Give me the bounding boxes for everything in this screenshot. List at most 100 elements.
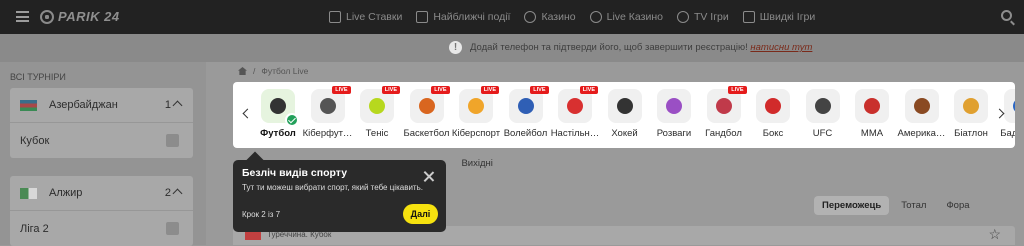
live-bets-icon: [329, 11, 341, 23]
next-button[interactable]: Далі: [403, 204, 438, 224]
sport-item[interactable]: Бокс: [748, 82, 798, 148]
sidebar-title: ВСІ ТУРНІРИ: [10, 72, 66, 82]
tab-handicap[interactable]: Фора: [938, 196, 977, 215]
sport-tile: LIVE: [558, 86, 598, 123]
sport-icon: [369, 98, 385, 114]
tournament-count: 1: [164, 99, 171, 111]
home-icon[interactable]: [238, 67, 247, 75]
sport-icon: [666, 98, 682, 114]
registration-link[interactable]: натисни тут: [750, 42, 812, 53]
nav-casino[interactable]: Казино: [524, 11, 576, 23]
sport-item[interactable]: LIVE Кіберфут…: [303, 82, 353, 148]
tooltip-body: Тут ти можеш вибрати спорт, який тебе ці…: [242, 183, 423, 192]
live-badge: LIVE: [381, 86, 400, 94]
tab-total[interactable]: Тотал: [893, 196, 934, 215]
tournament-group: Алжир 2 Ліга 2: [10, 176, 193, 246]
sport-icon: [864, 98, 880, 114]
sport-icon: [765, 98, 781, 114]
nav-live-bets[interactable]: Live Ставки: [329, 11, 402, 23]
logo-text: PARIK 24: [58, 9, 120, 24]
sport-icon: [616, 98, 633, 114]
sport-icon: [913, 98, 930, 114]
nav-tv-games[interactable]: TV Ігри: [676, 11, 729, 23]
sport-tile: LIVE: [706, 86, 747, 123]
nav-upcoming[interactable]: Найближчі події: [416, 11, 510, 23]
league-row[interactable]: Кубок: [10, 123, 193, 158]
star-icon[interactable]: ☆: [988, 227, 1001, 241]
country-row-azerbaijan[interactable]: Азербайджан 1: [10, 88, 193, 123]
sport-tile: [805, 89, 840, 123]
sport-label: Бадмінто: [1000, 128, 1015, 139]
sport-icon: [1012, 98, 1015, 114]
nav-fast-games[interactable]: Швидкі Ігри: [742, 11, 815, 23]
chevron-up-icon[interactable]: [172, 188, 183, 199]
sports-carousel: Футбол LIVE Кіберфут… LIVE Теніс LIVE Баскетбо…: [233, 82, 1015, 148]
info-icon: !: [449, 41, 462, 54]
calendar-icon: [416, 11, 429, 23]
sport-icon: [963, 98, 979, 114]
sport-item[interactable]: UFC: [798, 82, 848, 148]
sport-item[interactable]: LIVE Настільн…: [550, 82, 600, 148]
sport-item[interactable]: MMA: [847, 82, 897, 148]
sport-tile: [904, 89, 939, 123]
logo[interactable]: PARIK 24: [40, 9, 120, 24]
tab-winner[interactable]: Переможець: [814, 196, 890, 215]
sport-tile: [261, 89, 299, 127]
sport-icon: [567, 98, 583, 114]
sport-tile: LIVE: [1003, 89, 1015, 123]
live-badge: LIVE: [728, 86, 747, 94]
chevron-left-icon[interactable]: [242, 108, 253, 119]
sport-tile: [855, 89, 889, 123]
casino-chip-icon: [524, 11, 537, 23]
checkbox[interactable]: [166, 134, 179, 147]
close-icon[interactable]: [423, 171, 434, 182]
sport-icon: [814, 98, 831, 114]
onboarding-tooltip: Безліч видів спорту Тут ти можеш вибрати…: [233, 160, 446, 232]
sport-tile: LIVE: [360, 86, 400, 123]
breadcrumb-current: Футбол Live: [261, 66, 309, 76]
sport-item[interactable]: Футбол: [253, 82, 303, 148]
sidebar: ВСІ ТУРНІРИ Азербайджан 1 Кубок Алжир 2 …: [0, 62, 206, 246]
tab-weekend[interactable]: Вихідні: [461, 158, 492, 169]
sport-tile: LIVE: [409, 86, 450, 123]
sport-icon: [270, 98, 286, 114]
live-badge: LIVE: [579, 86, 598, 94]
sport-item[interactable]: Біатлон: [946, 82, 996, 148]
sport-tile: LIVE: [508, 86, 549, 123]
live-badge: LIVE: [431, 86, 450, 94]
search-icon[interactable]: [1001, 10, 1012, 21]
sport-item[interactable]: LIVE Кіберспорт: [451, 82, 501, 148]
sport-tile: LIVE: [459, 86, 499, 123]
sport-icon: [468, 98, 484, 114]
sport-icon: [418, 98, 435, 114]
live-badge: LIVE: [480, 86, 499, 94]
ball-logo-icon: [40, 9, 54, 24]
sport-item[interactable]: Хокей: [600, 82, 650, 148]
menu-icon[interactable]: [16, 11, 29, 22]
nav-live-casino[interactable]: Live Казино: [589, 11, 663, 23]
tournament-count: 2: [164, 187, 171, 199]
tooltip-title: Безліч видів спорту: [242, 167, 348, 179]
country-row-algeria[interactable]: Алжир 2: [10, 176, 193, 211]
sport-item[interactable]: LIVE Гандбол: [699, 82, 749, 148]
league-row[interactable]: Ліга 2: [10, 211, 193, 246]
sport-item[interactable]: Розваги: [649, 82, 699, 148]
sport-item[interactable]: LIVE Баскетбол: [402, 82, 452, 148]
live-badge: LIVE: [530, 86, 549, 94]
sport-tile: [756, 89, 790, 123]
chevron-up-icon[interactable]: [172, 100, 183, 111]
breadcrumb: / Футбол Live: [238, 66, 308, 76]
sport-item[interactable]: LIVE Теніс: [352, 82, 402, 148]
main-nav: Live Ставки Найближчі події Казино Live …: [329, 0, 829, 34]
sport-tile: LIVE: [310, 86, 351, 123]
top-bar: PARIK 24 Live Ставки Найближчі події Каз…: [0, 0, 1024, 34]
sport-icon: [319, 98, 336, 114]
sport-icon: [517, 98, 534, 114]
checkbox[interactable]: [166, 222, 179, 235]
registration-banner: ! Додай телефон та підтверди його, щоб з…: [0, 34, 1024, 62]
tournament-group: Азербайджан 1 Кубок: [10, 88, 193, 158]
sport-item[interactable]: Америка…: [897, 82, 947, 148]
tooltip-step: Крок 2 із 7: [242, 210, 281, 219]
sport-item[interactable]: LIVE Волейбол: [501, 82, 551, 148]
sport-icon: [715, 98, 732, 114]
